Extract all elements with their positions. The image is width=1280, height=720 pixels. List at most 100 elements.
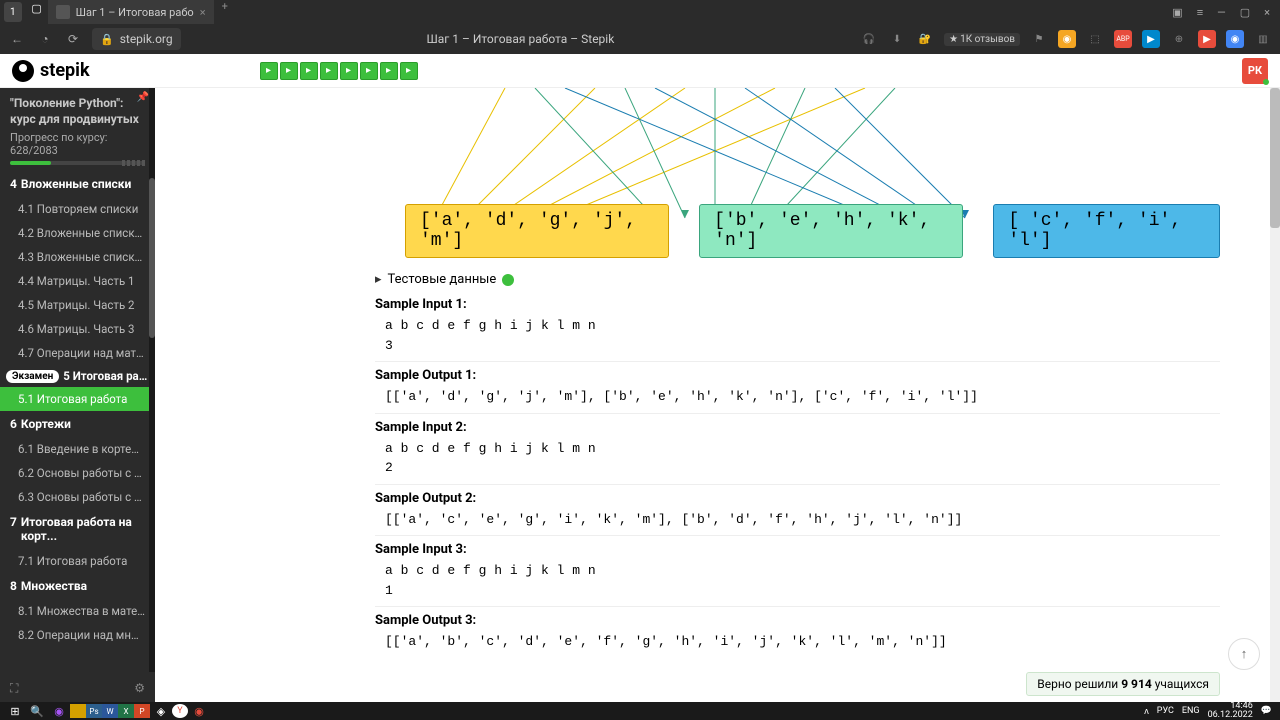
sidebar-icon[interactable]: ▥ <box>1254 30 1272 48</box>
ext-2[interactable]: ⬚ <box>1086 30 1104 48</box>
sample-code: a b c d e f g h i j k l m n 3 <box>375 315 1220 362</box>
logo-text: stepik <box>40 60 90 81</box>
stepik-logo[interactable]: stepik <box>12 60 90 82</box>
step-pill[interactable]: ▸ <box>320 62 338 80</box>
maximize-icon[interactable]: ▢ <box>1240 6 1250 19</box>
nav-item[interactable]: 4.1 Повторяем списки <box>0 197 155 221</box>
nav-item[interactable]: 8.2 Операции над множес... <box>0 623 155 647</box>
tray-clock[interactable]: 14:4606.12.2022 <box>1208 702 1253 720</box>
browser-tab[interactable]: Шаг 1 – Итоговая рабо × <box>48 0 214 24</box>
shield-icon[interactable]: ◔ <box>36 32 54 46</box>
nav-item[interactable]: 4.2 Вложенные списки. Ча... <box>0 221 155 245</box>
back-button[interactable]: ← <box>8 32 26 46</box>
nav-item[interactable]: 7.1 Итоговая работа <box>0 549 155 573</box>
task-app[interactable]: ◈ <box>150 703 172 719</box>
nav-item[interactable]: 8.1 Множества в математ... <box>0 599 155 623</box>
list-box-blue: [ 'c', 'f', 'i', 'l'] <box>993 204 1220 258</box>
tray-lang[interactable]: РУС <box>1157 706 1174 716</box>
url-input[interactable]: 🔒 stepik.org <box>92 28 181 50</box>
section-header-exam[interactable]: Экзамен5 Итоговая работа... <box>0 365 155 387</box>
section-header[interactable]: 4 Вложенные списки <box>0 171 155 197</box>
step-pill[interactable]: ▸ <box>300 62 318 80</box>
test-data-label: Тестовые данные <box>388 272 497 287</box>
step-pill[interactable]: ▸ <box>380 62 398 80</box>
reload-button[interactable]: ⟳ <box>64 32 82 46</box>
step-pill[interactable]: ▸ <box>280 62 298 80</box>
notifications-icon[interactable]: 💬 <box>1261 706 1272 716</box>
sample-label: Sample Output 3: <box>375 613 1220 628</box>
sample-code: a b c d e f g h i j k l m n 2 <box>375 438 1220 485</box>
step-pill[interactable]: ▸ <box>400 62 418 80</box>
test-data-toggle[interactable]: ▸ Тестовые данные <box>375 272 1220 287</box>
task-app[interactable]: ◉ <box>188 703 210 719</box>
page-scrollbar[interactable] <box>1270 88 1280 702</box>
task-app[interactable]: Y <box>172 704 188 718</box>
tray-lang2[interactable]: ENG <box>1182 706 1200 716</box>
sample-label: Sample Input 2: <box>375 420 1220 435</box>
nav-item[interactable]: 4.4 Матрицы. Часть 1 <box>0 269 155 293</box>
tab-favicon <box>56 5 70 19</box>
new-tab-icon[interactable]: ▢ <box>26 0 48 16</box>
diagram: ['a', 'd', 'g', 'j', 'm'] ['b', 'e', 'h'… <box>375 88 1220 258</box>
reviews-badge[interactable]: ★ 1К отзывов <box>944 33 1020 46</box>
download-icon[interactable]: ⬇ <box>888 30 906 48</box>
nav-item[interactable]: 4.7 Операции над матрица... <box>0 341 155 365</box>
ext-6[interactable]: ◉ <box>1226 30 1244 48</box>
section-header[interactable]: 6 Кортежи <box>0 411 155 437</box>
ext-4[interactable]: ⊕ <box>1170 30 1188 48</box>
task-app[interactable] <box>70 704 86 718</box>
nav-item[interactable]: 6.1 Введение в кортежи <box>0 437 155 461</box>
nav-item[interactable]: 4.3 Вложенные списки. Ча... <box>0 245 155 269</box>
system-tray: ʌ РУС ENG 14:4606.12.2022 💬 <box>1144 702 1276 720</box>
step-pill[interactable]: ▸ <box>260 62 278 80</box>
task-app[interactable]: X <box>118 704 134 718</box>
tab-close-icon[interactable]: × <box>200 6 206 19</box>
user-avatar[interactable]: РК <box>1242 58 1268 84</box>
course-progress: Прогресс по курсу: 628/2083 <box>10 131 145 157</box>
ext-1[interactable]: ◉ <box>1058 30 1076 48</box>
nav-item[interactable]: 6.2 Основы работы с корт... <box>0 461 155 485</box>
ext-3[interactable]: ▶ <box>1142 30 1160 48</box>
section-header[interactable]: 7 Итоговая работа на корт... <box>0 509 155 549</box>
expand-icon: ▸ <box>375 272 382 287</box>
fullscreen-icon[interactable]: ⛶ <box>10 681 18 696</box>
task-app[interactable]: ◉ <box>48 703 70 719</box>
list-box-green: ['b', 'e', 'h', 'k', 'n'] <box>699 204 963 258</box>
tab-counter[interactable]: 1 <box>4 2 22 22</box>
privacy-icon[interactable]: 🔐 <box>916 30 934 48</box>
course-header: 📌 "Поколение Python": курс для продвинут… <box>0 88 155 171</box>
settings-icon[interactable]: ⚙ <box>134 681 145 696</box>
headphones-icon[interactable]: 🎧 <box>860 30 878 48</box>
section-header[interactable]: 8 Множества <box>0 573 155 599</box>
nav-item[interactable]: 5.1 Итоговая работа <box>0 387 155 411</box>
pin-icon[interactable]: 📌 <box>137 92 149 103</box>
ext-abp[interactable]: ABP <box>1114 30 1132 48</box>
step-pill[interactable]: ▸ <box>360 62 378 80</box>
task-app[interactable]: W <box>102 704 118 718</box>
nav-item[interactable]: 4.6 Матрицы. Часть 3 <box>0 317 155 341</box>
menu-icon[interactable]: ≡ <box>1197 6 1203 19</box>
url-text: stepik.org <box>120 32 173 46</box>
progress-bar <box>10 161 145 165</box>
ext-5[interactable]: ▶ <box>1198 30 1216 48</box>
minimize-icon[interactable]: — <box>1217 6 1226 19</box>
task-app[interactable]: P <box>134 704 150 718</box>
course-title: "Поколение Python": курс для продвинутых <box>10 96 145 127</box>
panel-icon[interactable]: ▣ <box>1172 6 1182 19</box>
tray-expand-icon[interactable]: ʌ <box>1144 706 1149 717</box>
page-title: Шаг 1 – Итоговая работа – Stepik <box>191 32 850 46</box>
nav-list: 4 Вложенные списки4.1 Повторяем списки4.… <box>0 171 155 675</box>
search-icon[interactable]: 🔍 <box>26 703 48 719</box>
nav-item[interactable]: 4.5 Матрицы. Часть 2 <box>0 293 155 317</box>
add-tab-button[interactable]: + <box>214 0 236 24</box>
scroll-top-button[interactable]: ↑ <box>1228 638 1260 670</box>
step-pill[interactable]: ▸ <box>340 62 358 80</box>
list-box-yellow: ['a', 'd', 'g', 'j', 'm'] <box>405 204 669 258</box>
start-button[interactable]: ⊞ <box>4 703 26 719</box>
bookmark-icon[interactable]: ⚑ <box>1030 30 1048 48</box>
window-titlebar: 1 ▢ Шаг 1 – Итоговая рабо × + ▣ ≡ — ▢ × <box>0 0 1280 24</box>
task-app[interactable]: Ps <box>86 704 102 718</box>
nav-item[interactable]: 6.3 Основы работы с корт... <box>0 485 155 509</box>
close-icon[interactable]: × <box>1264 6 1270 19</box>
sample-code: [['a', 'b', 'c', 'd', 'e', 'f', 'g', 'h'… <box>375 631 1220 658</box>
